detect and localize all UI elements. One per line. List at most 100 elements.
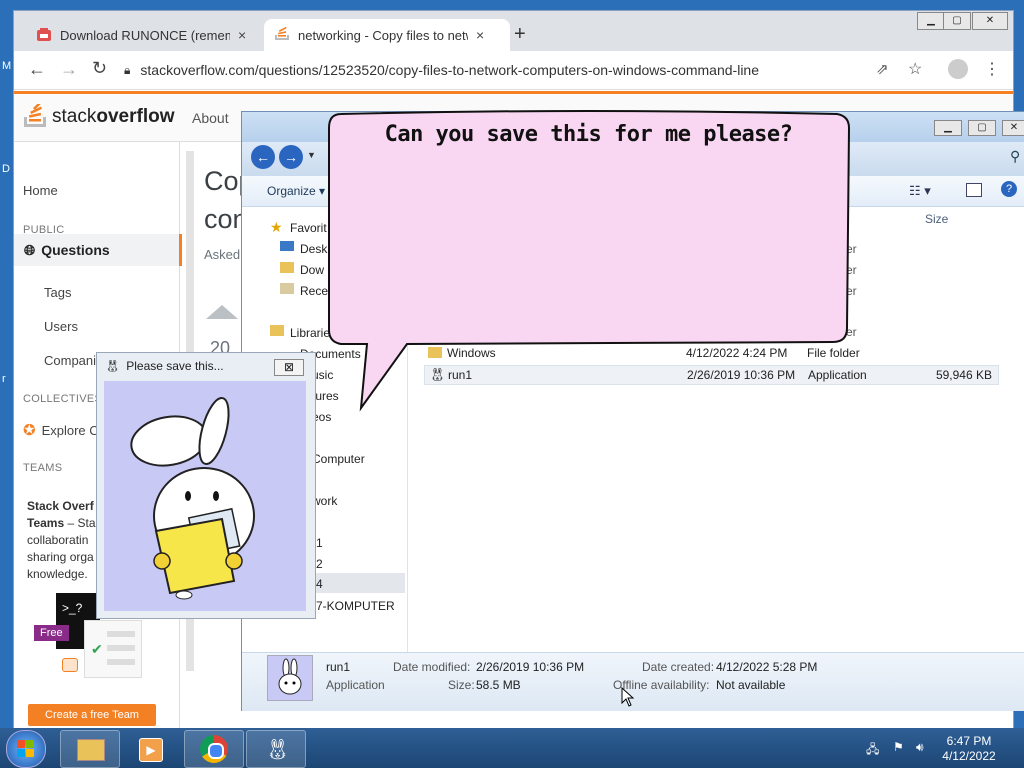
mascot-title-text: Please save this... bbox=[126, 359, 224, 373]
sidebar-item-home[interactable]: Home bbox=[23, 183, 58, 198]
star-icon: ★ bbox=[270, 219, 283, 235]
nav-network-item[interactable]: 1 bbox=[316, 536, 323, 550]
lock-icon: 🔒︎ bbox=[124, 62, 131, 77]
file-size: 59,946 KB bbox=[935, 368, 992, 382]
sidebar-item-explore-collectives[interactable]: ✪ Explore C bbox=[23, 421, 99, 439]
organize-button[interactable]: Organize ▾ bbox=[267, 184, 325, 198]
desktop-icon-label: D bbox=[2, 163, 10, 175]
close-icon[interactable]: × bbox=[238, 27, 246, 43]
reload-icon[interactable]: ↻ bbox=[92, 58, 107, 79]
downloads-folder-icon bbox=[280, 262, 294, 273]
nav-network-item-komputer[interactable]: 7-KOMPUTER bbox=[316, 599, 395, 613]
sidebar-label: Questions bbox=[41, 242, 110, 258]
taskbar-media-player[interactable]: ▶ bbox=[122, 730, 182, 768]
start-button[interactable] bbox=[6, 730, 46, 768]
close-icon[interactable]: × bbox=[476, 27, 484, 43]
stackoverflow-logo-icon bbox=[24, 104, 46, 127]
maximize-icon[interactable]: ▢ bbox=[968, 120, 996, 136]
nav-network-item[interactable]: 2 bbox=[316, 557, 323, 571]
bunny-holding-folder-icon bbox=[130, 397, 255, 600]
forward-arrow-icon[interactable]: → bbox=[60, 59, 78, 80]
maximize-icon[interactable]: ▢ bbox=[943, 12, 971, 30]
help-icon[interactable]: ? bbox=[1001, 181, 1017, 197]
sidebar-item-users[interactable]: Users bbox=[44, 319, 78, 334]
nav-computer[interactable]: Computer bbox=[312, 452, 365, 466]
teams-desc: sharing orga bbox=[27, 550, 94, 564]
create-team-button[interactable]: Create a free Team bbox=[28, 704, 156, 726]
tab-title: networking - Copy files to netwo bbox=[298, 27, 468, 43]
back-arrow-icon[interactable]: ← bbox=[28, 59, 46, 80]
sidebar-item-questions[interactable]: 🌐︎ Questions bbox=[14, 234, 182, 266]
nav-recent[interactable]: Rece bbox=[300, 284, 328, 298]
search-icon[interactable]: ⚲ bbox=[1010, 148, 1020, 165]
clock-date: 4/12/2022 bbox=[942, 749, 996, 763]
nav-about-link[interactable]: About bbox=[192, 110, 229, 126]
action-center-tray-icon[interactable]: ⚑ bbox=[893, 740, 904, 754]
sidebar-item-tags[interactable]: Tags bbox=[44, 285, 71, 300]
minimize-icon[interactable]: ▁ bbox=[917, 12, 945, 30]
network-tray-icon[interactable]: 🖧︎ bbox=[866, 740, 879, 761]
organize-label: Organize bbox=[267, 184, 316, 198]
back-arrow-icon[interactable]: ← bbox=[251, 145, 275, 169]
details-offline-value: Not available bbox=[716, 678, 786, 692]
bubble-message: Can you save this for me please? bbox=[384, 122, 793, 147]
tab-download-runonce[interactable]: Download RUNONCE (remember × bbox=[26, 19, 272, 51]
speech-bubble: Can you save this for me please? bbox=[327, 110, 851, 412]
logo-text-stack: stack bbox=[52, 106, 97, 127]
column-header-size[interactable]: Size bbox=[925, 212, 948, 226]
upvote-arrow-icon[interactable] bbox=[206, 305, 238, 319]
browser-toolbar: ← → ↻ 🔒︎ stackoverflow.com/questions/125… bbox=[14, 51, 1013, 90]
close-window-icon[interactable]: ✕ bbox=[972, 12, 1008, 30]
details-modified-label: Date modified: bbox=[393, 660, 471, 674]
new-tab-button[interactable]: + bbox=[514, 23, 526, 46]
teams-desc: collaboratin bbox=[27, 533, 89, 547]
minimize-icon[interactable]: ▁ bbox=[934, 120, 962, 136]
address-bar[interactable]: 🔒︎ stackoverflow.com/questions/12523520/… bbox=[124, 55, 924, 85]
close-window-icon[interactable]: ✕ bbox=[1002, 120, 1024, 136]
share-icon[interactable]: ⇗ bbox=[876, 60, 889, 78]
star-icon[interactable]: ☆ bbox=[908, 59, 922, 79]
free-badge: Free bbox=[34, 625, 69, 641]
chat-bubble-icon bbox=[62, 658, 78, 672]
details-modified-value: 2/26/2019 10:36 PM bbox=[476, 660, 585, 674]
download-site-icon bbox=[36, 27, 52, 43]
menu-icon[interactable]: ⋮ bbox=[984, 59, 1000, 79]
teams-desc: knowledge. bbox=[27, 567, 88, 581]
details-created-value: 4/12/2022 5:28 PM bbox=[716, 660, 818, 674]
url-text: stackoverflow.com/questions/12523520/cop… bbox=[140, 62, 759, 78]
libraries-icon bbox=[270, 325, 284, 336]
taskbar: ▶ 🐰︎ 🖧︎ ⚑ 🔊︎ 6:47 PM 4/12/2022 bbox=[0, 728, 1024, 768]
details-size-label: Size: bbox=[448, 678, 475, 692]
taskbar-clock[interactable]: 6:47 PM 4/12/2022 bbox=[934, 734, 1004, 764]
nav-network-item[interactable]: 4 bbox=[316, 577, 323, 591]
nav-libraries[interactable]: Librarie bbox=[290, 326, 330, 340]
nav-desktop[interactable]: Desk bbox=[300, 242, 327, 256]
view-options-icon[interactable]: ☷ ▾ bbox=[909, 183, 931, 199]
desktop-icon-label: r bbox=[2, 373, 6, 385]
nav-favorites[interactable]: Favorit bbox=[290, 221, 327, 235]
taskbar-bunny-app[interactable]: 🐰︎ bbox=[246, 730, 306, 768]
taskbar-chrome[interactable] bbox=[184, 730, 244, 768]
check-icon: ✔ bbox=[91, 641, 103, 657]
details-size-value: 58.5 MB bbox=[476, 678, 521, 692]
volume-tray-icon[interactable]: 🔊︎ bbox=[916, 740, 924, 755]
bunny-thumbnail-icon bbox=[267, 655, 313, 701]
nav-downloads[interactable]: Dow bbox=[300, 263, 324, 277]
stackoverflow-icon bbox=[274, 26, 290, 43]
tab-networking[interactable]: networking - Copy files to netwo × bbox=[264, 19, 510, 51]
teams-title: Stack Overf bbox=[27, 499, 94, 513]
close-icon[interactable]: ⊠ bbox=[274, 359, 304, 376]
forward-arrow-icon[interactable]: → bbox=[279, 145, 303, 169]
preview-pane-icon[interactable] bbox=[966, 183, 982, 197]
details-file-name: run1 bbox=[326, 660, 351, 674]
tab-strip: Download RUNONCE (remember × networking … bbox=[14, 11, 1013, 51]
desktop-icon bbox=[280, 241, 294, 251]
tab-title: Download RUNONCE (remember bbox=[60, 27, 230, 43]
history-dropdown-icon[interactable]: ▼ bbox=[307, 150, 316, 160]
taskbar-explorer[interactable] bbox=[60, 730, 120, 768]
collectives-star-icon: ✪ bbox=[23, 422, 36, 439]
so-logo[interactable]: stack overflow bbox=[24, 104, 174, 130]
globe-icon: 🌐︎ bbox=[24, 241, 36, 258]
recent-places-icon bbox=[280, 283, 294, 294]
profile-avatar-icon[interactable] bbox=[948, 59, 968, 79]
